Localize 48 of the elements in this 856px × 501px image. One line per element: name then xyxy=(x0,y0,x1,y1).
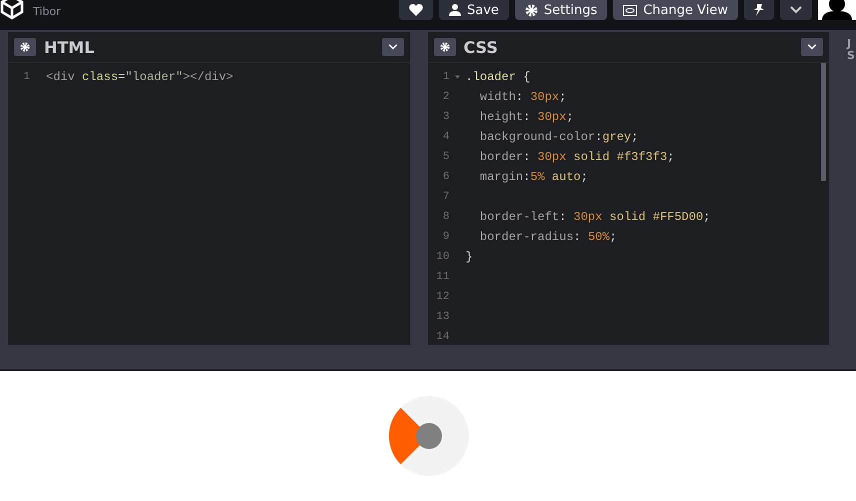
line-number: 2 xyxy=(442,91,450,103)
cube-logo-icon xyxy=(0,0,24,20)
line-number: 6 xyxy=(442,171,450,183)
line-number: 1 xyxy=(22,71,30,83)
eye-icon xyxy=(623,4,638,16)
code-line: .loader { xyxy=(466,69,530,86)
line-number: 1 xyxy=(442,71,450,83)
toolbar-button[interactable]: Settings xyxy=(514,0,608,20)
dropdown-button[interactable] xyxy=(382,38,404,56)
settings-icon xyxy=(20,42,30,52)
pin-icon xyxy=(754,4,764,16)
caret-icon xyxy=(790,6,802,14)
code-line: <div class="loader"></div> xyxy=(46,69,234,86)
code-line: background-color:grey; xyxy=(478,129,638,146)
heart-icon xyxy=(408,4,423,16)
toolbar-button[interactable]: Save xyxy=(438,0,509,20)
line-number: 8 xyxy=(442,211,450,223)
fold-arrow-icon[interactable] xyxy=(455,75,460,79)
user-icon xyxy=(448,4,461,16)
line-number: 13 xyxy=(435,311,450,323)
chevron-down-icon xyxy=(807,44,817,50)
dropdown-button[interactable] xyxy=(801,38,823,56)
code-line: height: 30px; xyxy=(478,109,574,126)
scrollbar[interactable] xyxy=(821,63,826,181)
line-number: 10 xyxy=(435,251,450,263)
editor-title: HTML xyxy=(44,38,94,56)
line-number: 5 xyxy=(442,151,450,163)
line-number: 14 xyxy=(435,331,450,343)
line-number: 3 xyxy=(442,111,450,123)
author-name: Tibor xyxy=(33,5,61,18)
line-number: 11 xyxy=(435,271,450,283)
settings-icon xyxy=(440,42,450,52)
settings-button[interactable] xyxy=(14,38,36,56)
line-number: 4 xyxy=(442,131,450,143)
code-line: border: 30px solid #f3f3f3; xyxy=(478,149,674,166)
code-line: border-left: 30px solid #FF5D00; xyxy=(478,209,710,226)
line-number: 9 xyxy=(442,231,450,243)
line-number: 12 xyxy=(435,291,450,303)
code-line: border-radius: 50%; xyxy=(478,229,617,246)
line-number: 7 xyxy=(442,191,450,203)
editor-title: CSS xyxy=(464,38,498,56)
settings-button[interactable] xyxy=(434,38,456,56)
settings-icon xyxy=(524,4,538,16)
code-line: } xyxy=(466,249,473,266)
code-line: width: 30px; xyxy=(478,89,566,106)
chevron-down-icon xyxy=(388,44,398,50)
toolbar-button[interactable]: Change View xyxy=(613,0,738,20)
code-line: margin:5% auto; xyxy=(478,169,588,186)
